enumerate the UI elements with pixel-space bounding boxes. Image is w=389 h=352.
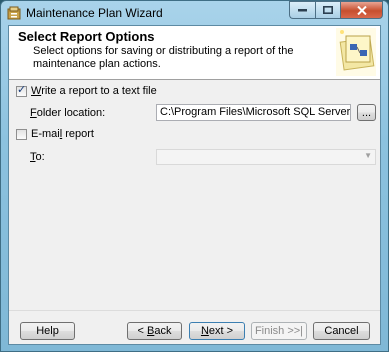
write-report-label[interactable]: Write a report to a text file — [31, 85, 157, 97]
maximize-icon — [323, 6, 333, 14]
checkmark-icon: ✓ — [17, 84, 27, 96]
wizard-header: Select Report Options Select options for… — [9, 26, 380, 80]
help-button[interactable]: Help — [20, 322, 75, 340]
minimize-icon — [298, 9, 307, 12]
close-button[interactable] — [340, 1, 383, 19]
email-report-checkbox[interactable] — [16, 129, 27, 140]
page-subtitle: Select options for saving or distributin… — [33, 45, 294, 70]
wizard-client-area: Select Report Options Select options for… — [8, 25, 381, 345]
wizard-header-image — [336, 28, 376, 76]
maintenance-plan-icon — [7, 6, 21, 20]
finish-button[interactable]: Finish >>| — [251, 322, 307, 340]
page-title: Select Report Options — [18, 29, 155, 44]
back-button[interactable]: < Back — [127, 322, 182, 340]
write-report-checkbox[interactable]: ✓ — [16, 84, 27, 97]
next-button[interactable]: Next > — [189, 322, 245, 340]
to-operator-dropdown[interactable]: ▼ — [156, 149, 376, 165]
to-label: To: — [30, 151, 45, 163]
chevron-down-icon: ▼ — [364, 151, 372, 160]
folder-location-label: Folder location: — [30, 107, 106, 119]
footer-divider — [9, 310, 380, 311]
wizard-window: Maintenance Plan Wizard Select Report Op… — [0, 0, 389, 352]
email-report-label[interactable]: E-mail report — [31, 128, 94, 140]
browse-folder-button[interactable]: ... — [357, 104, 376, 121]
minimize-button[interactable] — [289, 1, 315, 19]
options-panel: ✓ Write a report to a text file Folder l… — [9, 80, 380, 310]
cancel-button[interactable]: Cancel — [313, 322, 370, 340]
title-bar[interactable]: Maintenance Plan Wizard — [1, 1, 388, 25]
close-icon — [356, 5, 367, 15]
folder-location-input[interactable]: C:\Program Files\Microsoft SQL Server\MS… — [156, 104, 351, 121]
maximize-button[interactable] — [315, 1, 340, 19]
window-title: Maintenance Plan Wizard — [26, 6, 163, 20]
